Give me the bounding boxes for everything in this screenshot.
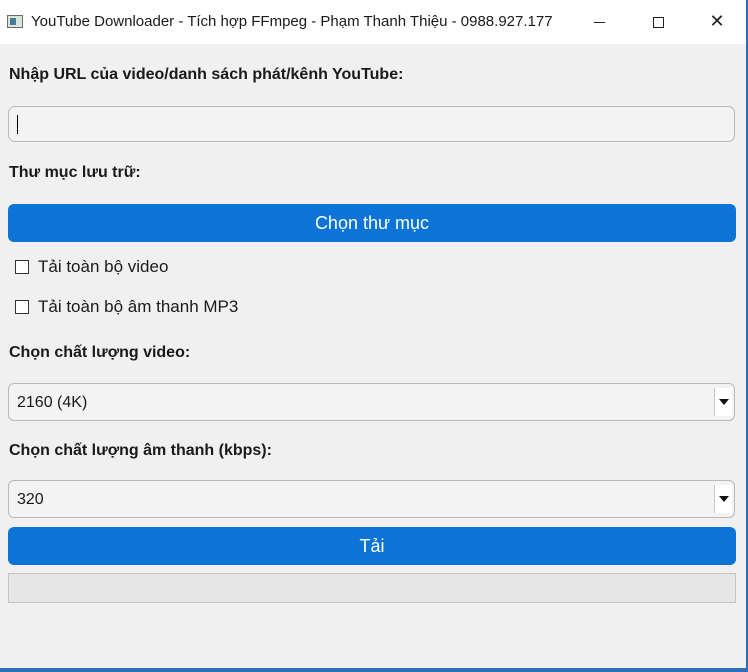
download-all-mp3-label[interactable]: Tải toàn bộ âm thanh MP3 <box>38 297 238 317</box>
download-button[interactable]: Tải <box>8 527 736 565</box>
minimize-button[interactable] <box>570 0 628 44</box>
download-all-mp3-option[interactable]: Tải toàn bộ âm thanh MP3 <box>15 297 238 317</box>
url-input[interactable] <box>8 106 735 142</box>
url-label: Nhập URL của video/danh sách phát/kênh Y… <box>9 66 404 83</box>
app-window: YouTube Downloader - Tích hợp FFmpeg - P… <box>0 0 748 672</box>
folder-label: Thư mục lưu trữ: <box>9 164 141 181</box>
title-bar[interactable]: YouTube Downloader - Tích hợp FFmpeg - P… <box>0 0 746 44</box>
window-title: YouTube Downloader - Tích hợp FFmpeg - P… <box>31 13 553 30</box>
audio-quality-select[interactable]: 320 <box>8 480 735 518</box>
video-quality-value: 2160 (4K) <box>17 394 88 411</box>
video-quality-label: Chọn chất lượng video: <box>9 344 191 361</box>
choose-folder-button[interactable]: Chọn thư mục <box>8 204 736 242</box>
close-button[interactable]: ✕ <box>688 0 746 44</box>
app-window-icon <box>7 15 23 28</box>
close-icon: ✕ <box>709 11 725 32</box>
download-all-video-option[interactable]: Tải toàn bộ video <box>15 257 168 277</box>
download-progress-bar <box>8 573 736 603</box>
chevron-down-icon[interactable] <box>714 485 732 513</box>
video-quality-select[interactable]: 2160 (4K) <box>8 383 735 421</box>
audio-quality-label: Chọn chất lượng âm thanh (kbps): <box>9 442 272 459</box>
minimize-icon <box>593 21 605 23</box>
maximize-button[interactable] <box>629 0 687 44</box>
download-all-video-label[interactable]: Tải toàn bộ video <box>38 257 168 277</box>
audio-quality-value: 320 <box>17 491 44 508</box>
maximize-icon <box>652 16 664 28</box>
download-all-video-checkbox[interactable] <box>15 260 29 274</box>
text-caret <box>17 115 18 134</box>
download-all-mp3-checkbox[interactable] <box>15 300 29 314</box>
chevron-down-icon[interactable] <box>714 388 732 416</box>
